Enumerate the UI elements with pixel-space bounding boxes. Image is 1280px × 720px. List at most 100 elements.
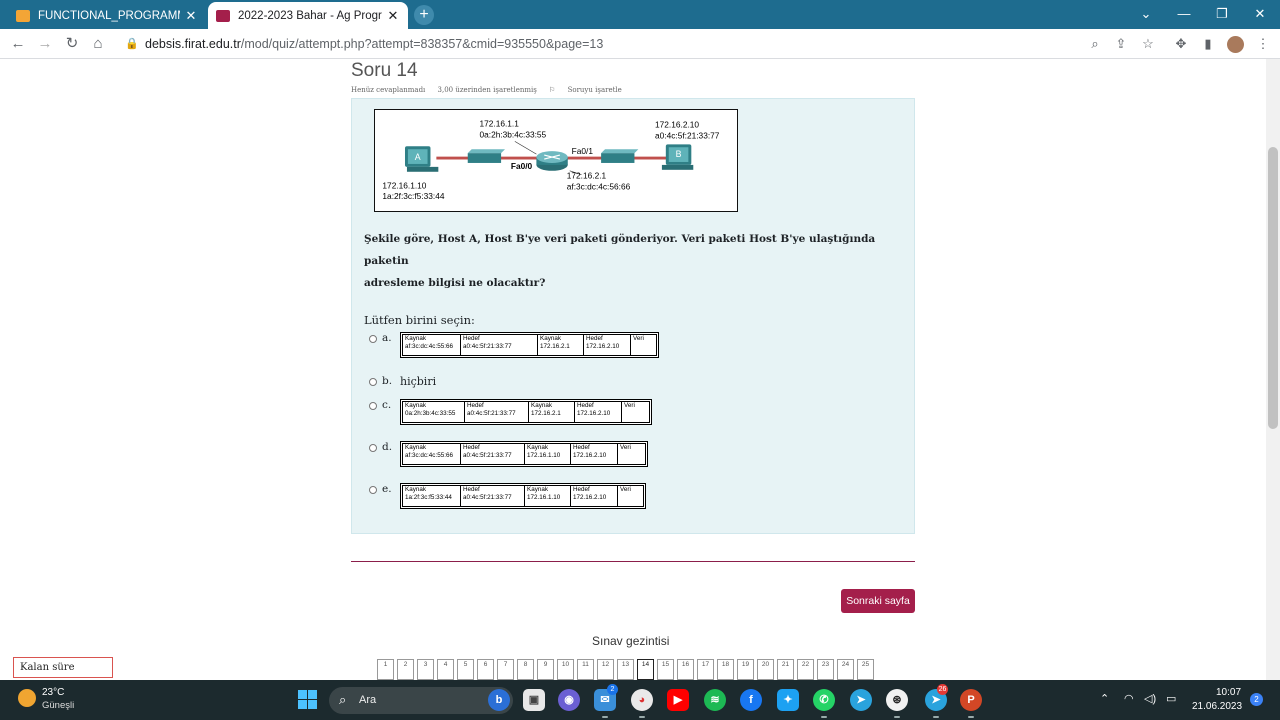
flag-question-link[interactable]: ⚐ Soruyu işaretle <box>549 86 632 94</box>
whatsapp-icon[interactable]: ✆ <box>813 689 835 718</box>
fa00-label: Fa0/0 <box>511 161 533 171</box>
section-divider <box>351 561 915 562</box>
quiz-nav-page-24[interactable]: 24 <box>837 659 854 680</box>
quiz-nav-page-16[interactable]: 16 <box>677 659 694 680</box>
packet-dst-mac-cell: Hedef a0:4c:5f:21:33:77 <box>460 334 538 356</box>
quiz-nav-page-12[interactable]: 12 <box>597 659 614 680</box>
quiz-nav-page-25[interactable]: 25 <box>857 659 874 680</box>
option-d-packet-table: Kaynak af:3c:dc:4c:55:66 Hedef a0:4c:5f:21… <box>400 441 648 467</box>
quiz-nav-page-4[interactable]: 4 <box>437 659 454 680</box>
quiz-nav-page-7[interactable]: 7 <box>497 659 514 680</box>
clock-time[interactable]: 10:07 <box>1216 687 1241 698</box>
quiz-nav-page-11[interactable]: 11 <box>577 659 594 680</box>
taskbar-search[interactable]: ⌕ Ara <box>329 687 513 714</box>
extensions-icon[interactable]: ✥ <box>1173 36 1189 52</box>
quiz-nav-page-5[interactable]: 5 <box>457 659 474 680</box>
tab-functional-programming[interactable]: FUNCTIONAL_PROGRAMMING.ai ✕ <box>8 2 206 29</box>
powerpoint-icon[interactable]: P <box>960 689 982 718</box>
option-c-radio[interactable] <box>369 402 377 410</box>
option-d-radio[interactable] <box>369 444 377 452</box>
telegram-icon[interactable]: ➤ <box>850 689 872 711</box>
spotify-icon[interactable]: ≋ <box>704 689 726 711</box>
quiz-nav-page-10[interactable]: 10 <box>557 659 574 680</box>
wifi-icon[interactable]: ◠ <box>1124 692 1134 705</box>
tab-close-icon[interactable]: ✕ <box>386 8 400 24</box>
facebook-icon[interactable]: f <box>740 689 762 711</box>
quiz-nav-page-6[interactable]: 6 <box>477 659 494 680</box>
quiz-nav-page-14[interactable]: 14 <box>637 659 654 680</box>
network-diagram: A B 172.16.1.1 0a:2h:3b:4c:33:55 172.16.… <box>374 109 738 212</box>
quiz-nav-page-18[interactable]: 18 <box>717 659 734 680</box>
minimize-button[interactable]: — <box>1172 4 1196 24</box>
option-b-radio[interactable] <box>369 378 377 386</box>
battery-icon[interactable]: ▭ <box>1166 692 1176 705</box>
zoom-icon[interactable]: ⌕ <box>1087 36 1103 52</box>
clock-date[interactable]: 21.06.2023 <box>1192 701 1242 712</box>
tab-ag-programlama[interactable]: 2022-2023 Bahar - Ag Programla ✕ <box>208 2 408 29</box>
quiz-nav-page-9[interactable]: 9 <box>537 659 554 680</box>
quiz-nav-page-19[interactable]: 19 <box>737 659 754 680</box>
option-letter: e. <box>382 483 392 495</box>
forward-arrow-icon[interactable]: → <box>36 35 54 53</box>
tab-title: FUNCTIONAL_PROGRAMMING.ai <box>38 9 180 22</box>
quiz-nav-page-2[interactable]: 2 <box>397 659 414 680</box>
browser-tab-strip: FUNCTIONAL_PROGRAMMING.ai ✕ 2022-2023 Ba… <box>0 0 1280 29</box>
question-marks: 3,00 üzerinden işaretlenmiş <box>437 86 537 94</box>
option-d[interactable]: d. Kaynak af:3c:dc:4c:55:66 Hedef a0:4c:5f… <box>369 441 648 467</box>
option-e-radio[interactable] <box>369 486 377 494</box>
option-c[interactable]: c. Kaynak 0a:2h:3b:4c:33:55 Hedef a0:4c:5f… <box>369 399 652 425</box>
option-a[interactable]: a. Kaynak af:3c:dc:4c:55:66 Hedef a0:4c:5f… <box>369 332 659 358</box>
side-panel-icon[interactable]: ▮ <box>1200 36 1216 52</box>
quiz-nav-page-1[interactable]: 1 <box>377 659 394 680</box>
profile-avatar[interactable] <box>1227 36 1244 53</box>
start-windows-icon[interactable] <box>298 690 317 709</box>
tab-search-chevron-icon[interactable]: ⌄ <box>1134 4 1158 24</box>
quiz-nav-page-23[interactable]: 23 <box>817 659 834 680</box>
twitter-icon[interactable]: ✦ <box>777 689 799 711</box>
back-arrow-icon[interactable]: ← <box>9 35 27 53</box>
packet-src-mac-cell: Kaynak af:3c:dc:4c:55:66 <box>402 443 461 465</box>
weather-sun-icon[interactable] <box>18 689 36 707</box>
new-tab-button[interactable]: + <box>414 5 434 25</box>
bookmark-star-icon[interactable]: ☆ <box>1140 36 1156 52</box>
volume-icon[interactable]: ◁) <box>1144 692 1156 705</box>
lock-icon[interactable]: 🔒 <box>125 37 139 50</box>
packet-dst-mac-cell: Hedef a0:4c:5f:21:33:77 <box>460 485 525 507</box>
option-e[interactable]: e. Kaynak 1a:2f:3c:f5:33:44 Hedef a0:4c:5f… <box>369 483 646 509</box>
next-page-button[interactable]: Sonraki sayfa <box>841 589 915 613</box>
quiz-nav-page-21[interactable]: 21 <box>777 659 794 680</box>
teams-chat-icon[interactable]: ◉ <box>558 689 580 711</box>
option-b-text: hiçbiri <box>400 375 437 388</box>
bing-icon[interactable]: b <box>488 689 510 711</box>
weather-description[interactable]: Güneşli <box>42 700 74 711</box>
home-icon[interactable]: ⌂ <box>89 35 107 53</box>
packet-data-cell: Veri <box>617 485 644 507</box>
tab-close-icon[interactable]: ✕ <box>184 8 198 24</box>
youtube-icon[interactable]: ▶ <box>667 689 689 711</box>
url-field[interactable]: debsis.firat.edu.tr/mod/quiz/attempt.php… <box>145 37 603 51</box>
reload-icon[interactable]: ↻ <box>63 35 81 53</box>
quiz-nav-page-22[interactable]: 22 <box>797 659 814 680</box>
close-window-button[interactable]: ✕ <box>1248 4 1272 24</box>
task-view-icon[interactable]: ▣ <box>523 689 545 711</box>
option-a-radio[interactable] <box>369 335 377 343</box>
share-icon[interactable]: ⇪ <box>1113 36 1129 52</box>
notification-badge[interactable]: 2 <box>1250 693 1263 706</box>
scrollbar-thumb[interactable] <box>1268 147 1278 429</box>
quiz-nav-page-15[interactable]: 15 <box>657 659 674 680</box>
option-letter: a. <box>382 332 392 344</box>
menu-kebab-icon[interactable]: ⋮ <box>1255 36 1271 52</box>
quiz-nav-page-3[interactable]: 3 <box>417 659 434 680</box>
tray-chevron-up-icon[interactable]: ⌃ <box>1100 692 1109 705</box>
quiz-nav-page-20[interactable]: 20 <box>757 659 774 680</box>
maximize-button[interactable]: ❐ <box>1210 4 1234 24</box>
quiz-nav-page-13[interactable]: 13 <box>617 659 634 680</box>
quiz-nav-page-17[interactable]: 17 <box>697 659 714 680</box>
packet-dst-mac-cell: Hedef a0:4c:5f:21:33:77 <box>460 443 525 465</box>
weather-temperature[interactable]: 23°C <box>42 687 64 698</box>
quiz-nav-page-8[interactable]: 8 <box>517 659 534 680</box>
chatgpt-icon[interactable]: ⊛ <box>886 689 908 718</box>
url-domain: debsis.firat.edu.tr <box>145 37 241 51</box>
option-b[interactable]: b. hiçbiri <box>369 375 436 388</box>
chrome-icon[interactable]: ◕ <box>631 689 653 718</box>
